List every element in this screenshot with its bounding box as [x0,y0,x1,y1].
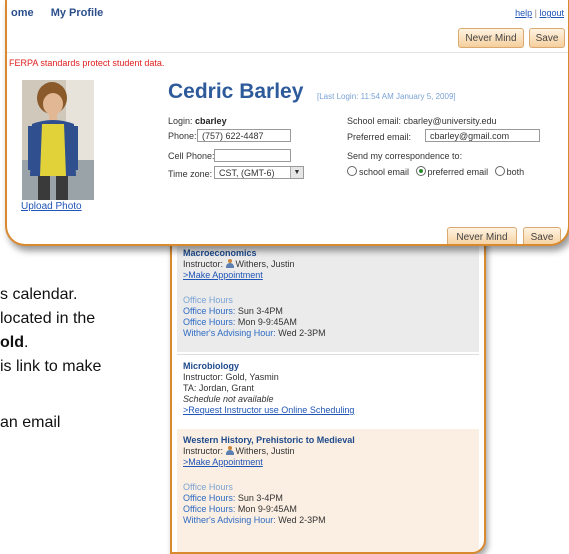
radio-school-email[interactable]: school email [347,166,410,177]
instructor-name: Withers, Justin [235,259,295,269]
instructor-line: Instructor: Withers, Justin [183,259,479,270]
hours-value: Wed 2-3PM [278,328,326,338]
preferred-email-field[interactable]: cbarley@gmail.com [425,129,540,142]
correspondence-label: Send my correspondence to: [347,151,463,161]
hours-line: Wither's Advising Hour: Wed 2-3PM [183,515,479,526]
hours-line: Office Hours: Sun 3-4PM [183,493,479,504]
my-profile-panel: ome My Profile help | logout Never Mind … [5,0,569,246]
upload-photo-link[interactable]: Upload Photo [21,201,82,212]
school-email-row: School email: cbarley@university.edu [347,116,497,126]
course-title: Macroeconomics [183,248,257,258]
doc-line-link: is link to make [0,358,102,375]
radio-label: both [506,167,525,177]
link-separator: | [534,8,537,18]
radio-button-selected[interactable] [415,166,426,176]
radio-both[interactable]: both [494,166,525,177]
phone-label: Phone: [168,131,197,141]
phone-field[interactable]: (757) 622-4487 [197,129,291,142]
hours-value: Sun 3-4PM [237,493,283,503]
top-nav: ome My Profile [11,7,117,19]
timezone-select[interactable]: CST, (GMT-6) ▼ [214,166,304,179]
hours-label: Office Hours: [183,493,236,503]
hours-label: Wither's Advising Hour: [183,515,276,525]
school-email-label: School email: [347,116,402,126]
logout-link[interactable]: logout [539,8,564,18]
course-item: Western History, Prehistoric to Medieval… [177,429,479,552]
ta-line: TA: Jordan, Grant [183,383,254,393]
login-label: Login: [168,116,193,126]
login-row: Login: cbarley [168,116,227,126]
doc-bold-word: old [0,334,24,351]
course-schedule-panel: Macroeconomics Instructor: Withers, Just… [170,222,486,554]
hours-label: Office Hours: [183,317,236,327]
doc-period: . [24,334,29,351]
instructor-line: Instructor: Withers, Justin [183,446,479,457]
divider [7,52,568,53]
preferred-email-label: Preferred email: [347,132,412,142]
hours-label: Office Hours: [183,504,236,514]
doc-line-located: located in the [0,310,96,327]
person-icon [225,446,234,455]
course-title: Microbiology [183,361,239,371]
cell-phone-label: Cell Phone: [168,151,215,161]
save-button-bottom[interactable]: Save [523,227,561,244]
radio-button[interactable] [347,166,357,176]
student-photo-illustration [22,80,94,200]
doc-line-bold: old. [0,334,28,352]
hours-line: Office Hours: Mon 9-9:45AM [183,317,479,328]
correspondence-options: school email preferred email both [347,166,528,177]
course-item: Microbiology Instructor: Gold, Yasmin TA… [177,354,479,431]
profile-photo [22,80,94,200]
account-links: help | logout [515,8,564,18]
instructor-line: Instructor: Gold, Yasmin [183,372,279,382]
cell-phone-field[interactable] [214,149,291,162]
nav-my-profile[interactable]: My Profile [51,7,104,19]
hours-line: Wither's Advising Hour: Wed 2-3PM [183,328,479,339]
hours-value: Wed 2-3PM [278,515,326,525]
login-value: cbarley [195,116,227,126]
request-online-scheduling-link[interactable]: >Request Instructor use Online Schedulin… [183,405,479,416]
timezone-value: CST, (GMT-6) [219,168,275,178]
radio-label: school email [359,167,410,177]
hours-label: Office Hours: [183,306,236,316]
instructor-label: Instructor: [183,446,224,456]
school-email-value: cbarley@university.edu [403,116,497,126]
make-appointment-link[interactable]: >Make Appointment [183,270,479,281]
doc-line-email: an email [0,414,61,431]
hours-label: Wither's Advising Hour: [183,328,276,338]
office-hours-heading: Office Hours [183,295,233,305]
radio-preferred-email[interactable]: preferred email [415,166,489,177]
chevron-down-icon[interactable]: ▼ [290,167,303,178]
nav-home[interactable]: ome [11,7,34,19]
doc-line-calendar: s calendar. [0,286,78,303]
save-button-top[interactable]: Save [529,28,565,48]
ferpa-notice: FERPA standards protect student data. [9,58,165,68]
radio-label: preferred email [427,167,489,177]
person-icon [225,259,234,268]
student-name: Cedric Barley [168,80,304,103]
hours-value: Mon 9-9:45AM [237,504,297,514]
make-appointment-link[interactable]: >Make Appointment [183,457,479,468]
never-mind-button-bottom[interactable]: Never Mind [447,227,517,244]
schedule-note: Schedule not available [183,394,274,404]
help-link[interactable]: help [515,8,532,18]
last-login: [Last Login: 11:54 AM January 5, 2009] [317,92,456,101]
instructor-label: Instructor: [183,259,224,269]
hours-value: Mon 9-9:45AM [237,317,297,327]
never-mind-button-top[interactable]: Never Mind [458,28,524,48]
instructor-name: Withers, Justin [235,446,295,456]
course-title: Western History, Prehistoric to Medieval [183,435,355,445]
office-hours-heading: Office Hours [183,482,233,492]
radio-button[interactable] [494,166,505,176]
hours-line: Office Hours: Sun 3-4PM [183,306,479,317]
hours-value: Sun 3-4PM [237,306,283,316]
hours-line: Office Hours: Mon 9-9:45AM [183,504,479,515]
timezone-label: Time zone: [168,169,213,179]
